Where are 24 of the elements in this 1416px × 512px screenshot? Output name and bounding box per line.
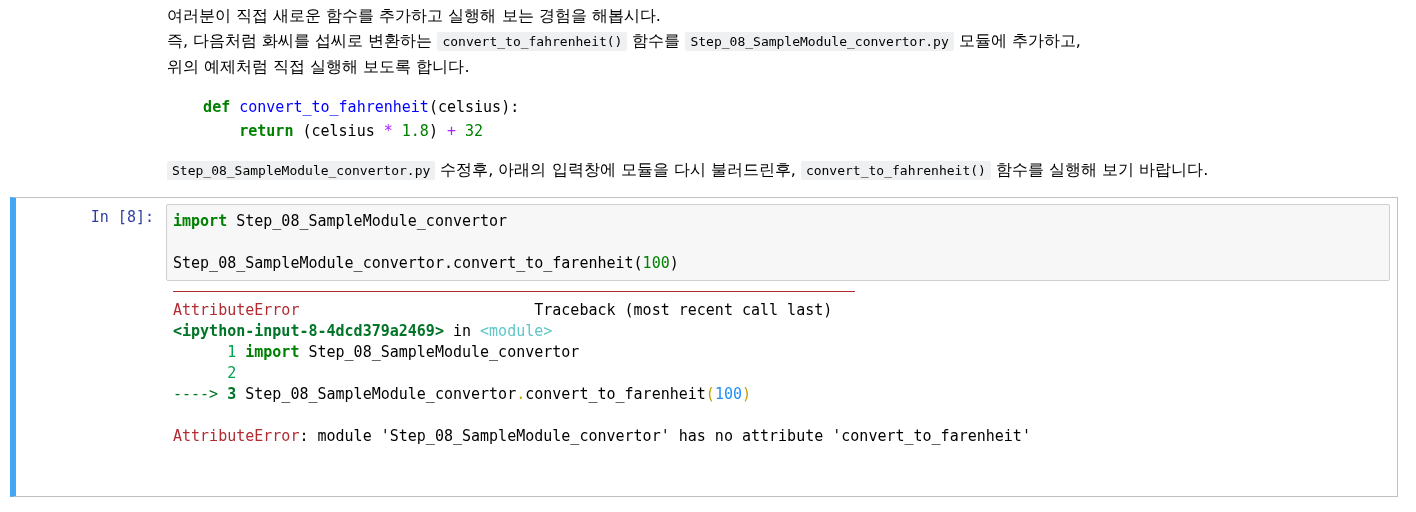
output-line: AttributeError: module 'Step_08_SampleModule_convertor' has no attribute 'convert_to_farenheit' xyxy=(173,426,1032,447)
inline-code: convert_to_fahrenheit() xyxy=(800,161,991,180)
text: 여러분이 직접 새로운 함수를 추가하고 실행해 보는 경험을 해봅시다. xyxy=(167,6,661,25)
output-line: 2 xyxy=(226,363,238,384)
inline-code: convert_to_fahrenheit() xyxy=(437,32,628,51)
output-line: ----> 3 Step_08_SampleModule_convertor.convert_to_farenheit(100) xyxy=(173,384,752,405)
inline-code: Step_08_SampleModule_convertor.py xyxy=(167,161,436,180)
output-line: <ipython-input-8-4dcd379a2469> in <module> xyxy=(173,321,554,342)
text: 수정후, 아래의 입력창에 모듈을 다시 불러드린후, xyxy=(440,160,796,179)
output-line: AttributeError Traceback (most recent call last) xyxy=(173,300,834,321)
text: 위의 예제처럼 직접 실행해 보도록 합니다. xyxy=(167,57,470,76)
cell-prompt: In [8]: xyxy=(89,207,155,228)
text: 모듈에 추가하고, xyxy=(958,31,1081,50)
code-cell[interactable] xyxy=(10,197,1398,497)
text: 함수를 실행해 보기 바랍니다. xyxy=(995,160,1209,179)
code-line: Step_08_SampleModule_convertor.convert_to_farenheit(100) xyxy=(173,253,680,274)
code-line: def convert_to_fahrenheit(celsius): xyxy=(202,97,521,118)
text: 함수를 xyxy=(632,31,681,50)
code-line: return (celsius * 1.8) + 32 xyxy=(238,121,485,142)
text: 즉, 다음처럼 화씨를 섭씨로 변환하는 xyxy=(167,31,433,50)
code-input[interactable]: import Step_08_SampleModule_convertor Step_08_SampleModule_convertor.convert_to_farenheit(100) xyxy=(166,204,1390,281)
inline-code: Step_08_SampleModule_convertor.py xyxy=(685,32,954,51)
code-line: import Step_08_SampleModule_convertor xyxy=(173,211,509,232)
output-line: 1 import Step_08_SampleModule_convertor xyxy=(226,342,581,363)
